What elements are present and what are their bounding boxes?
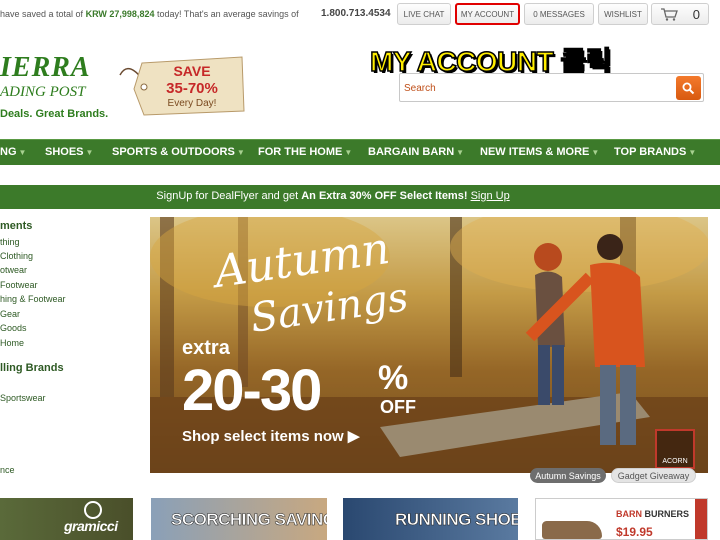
hero-percent-sign: %	[378, 359, 409, 397]
chevron-down-icon: ▼	[456, 148, 465, 157]
sidebar-item[interactable]: Footwear	[0, 280, 38, 290]
nav-item-new-items[interactable]: NEW ITEMS & MORE ▼	[480, 146, 599, 158]
main-nav: NG ▼ SHOES ▼ SPORTS & OUTDOORS ▼ FOR THE HO…	[0, 139, 720, 165]
sidebar-item[interactable]: Goods	[0, 323, 27, 333]
tile-label: RUNNING SHOES	[395, 510, 518, 530]
save-label: SAVE	[173, 63, 211, 79]
chevron-down-icon: ▼	[344, 148, 353, 157]
ribbon-decoration	[695, 499, 707, 539]
logo[interactable]: IERRA	[0, 52, 91, 84]
my-account-button[interactable]: MY ACCOUNT	[455, 3, 520, 25]
signup-link[interactable]: Sign Up	[471, 190, 510, 202]
nav-item-top-brands[interactable]: TOP BRANDS ▼	[614, 146, 696, 158]
gramicci-logo-icon	[84, 501, 102, 519]
chevron-down-icon: ▼	[591, 148, 600, 157]
nav-item-clothing[interactable]: NG ▼	[0, 146, 26, 158]
signup-banner: SignUp for DealFlyer and get An Extra 30…	[0, 185, 720, 209]
hero-shop-link[interactable]: Shop select items now ▶	[182, 427, 359, 445]
tile-label: SCORCHING SAVINGS	[171, 510, 327, 530]
promo-tile-running-shoes[interactable]: RUNNING SHOES	[343, 498, 518, 540]
barn-burners-label: BARN BURNERS	[616, 509, 690, 519]
search-input[interactable]	[404, 80, 666, 96]
chevron-down-icon: ▼	[688, 148, 697, 157]
chevron-down-icon: ▼	[85, 148, 94, 157]
signup-text: SignUp for DealFlyer and get An Extra 30…	[156, 190, 510, 202]
save-percent: 35-70%	[166, 80, 218, 97]
sidebar-item[interactable]: Home	[0, 338, 24, 348]
nav-item-for-the-home[interactable]: FOR THE HOME ▼	[258, 146, 352, 158]
logo-tagline: Deals. Great Brands.	[0, 108, 109, 120]
nav-item-shoes[interactable]: SHOES ▼	[45, 146, 93, 158]
savings-suffix: today! That's an average savings of	[156, 9, 299, 19]
sidebar-item[interactable]: Gear	[0, 309, 20, 319]
savings-prefix: have saved a total of	[0, 9, 84, 19]
sidebar-item[interactable]: hing & Footwear	[0, 294, 66, 304]
carousel-tab-autumn-savings[interactable]: Autumn Savings	[530, 468, 606, 483]
promo-tile-scorching-savings[interactable]: SCORCHING SAVINGS	[151, 498, 327, 540]
sidebar-item[interactable]: otwear	[0, 265, 27, 275]
search-button[interactable]	[676, 76, 701, 100]
tile-label: gramicci	[64, 518, 118, 534]
nav-item-bargain-barn[interactable]: BARGAIN BARN ▼	[368, 146, 464, 158]
sidebar-item[interactable]: Sportswear	[0, 393, 46, 403]
sidebar-item[interactable]: nce	[0, 465, 15, 475]
savings-message: have saved a total of KRW 27,998,824 tod…	[0, 9, 299, 19]
sidebar-heading-departments: ments	[0, 220, 33, 232]
search-box	[399, 73, 704, 102]
hero-banner[interactable]: Autumn Savings extra 20-30 % OFF Shop se…	[150, 217, 708, 473]
acorn-logo: ACORN	[655, 429, 695, 469]
hero-discount: 20-30	[182, 358, 322, 423]
logo-subtitle: ADING POST	[0, 84, 86, 100]
search-icon	[682, 82, 695, 94]
chevron-down-icon: ▼	[18, 148, 27, 157]
messages-button[interactable]: 0 MESSAGES	[524, 3, 594, 25]
save-every-day: Every Day!	[167, 98, 217, 109]
promo-tile-gramicci[interactable]: gramicci	[0, 498, 133, 540]
chevron-down-icon: ▼	[236, 148, 245, 157]
nav-item-sports-outdoors[interactable]: SPORTS & OUTDOORS ▼	[112, 146, 245, 158]
phone-number: 1.800.713.4534	[321, 8, 391, 19]
tile-price: $19.95	[616, 525, 653, 539]
savings-amount: KRW 27,998,824	[85, 9, 155, 19]
carousel-tab-gadget-giveaway[interactable]: Gadget Giveaway	[611, 468, 696, 483]
top-bar: have saved a total of KRW 27,998,824 tod…	[0, 0, 720, 30]
cart-icon	[660, 8, 678, 21]
live-chat-button[interactable]: LIVE CHAT	[397, 3, 451, 25]
cart-button[interactable]: 0	[651, 3, 709, 25]
sidebar-heading-brands: lling Brands	[0, 362, 64, 374]
cart-count: 0	[692, 6, 700, 22]
sidebar-item[interactable]: thing	[0, 237, 20, 247]
wishlist-button[interactable]: WISHLIST	[598, 3, 648, 25]
hero-off-label: OFF	[380, 397, 416, 417]
shoe-image	[542, 521, 602, 539]
promo-tile-barn-burners[interactable]: BARN BURNERS $19.95	[535, 498, 708, 540]
sidebar-item[interactable]: Clothing	[0, 251, 33, 261]
